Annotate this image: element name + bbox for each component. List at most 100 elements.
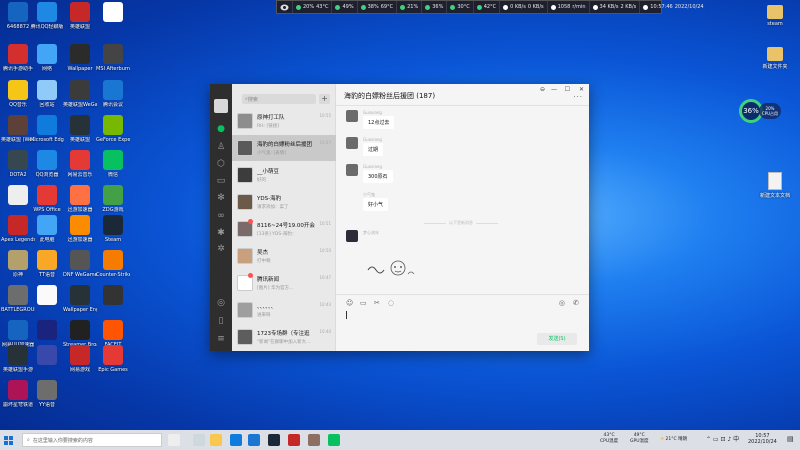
desktop-icon[interactable]: Streamer Broadcaster xyxy=(63,320,97,348)
desktop-icon[interactable]: 此电脑 xyxy=(30,215,64,243)
taskbar-clock[interactable]: 10:57 2022/10/24 xyxy=(748,433,777,445)
desktop-icon[interactable]: Epic Games xyxy=(96,345,130,373)
chat-list-item[interactable]: 8116~24号19.00开会 [13条] YDS-海豹： 10:51 xyxy=(232,216,336,242)
desktop-icon[interactable]: Counter-Strike xyxy=(96,250,130,278)
channels-icon[interactable]: ∞ xyxy=(216,211,226,221)
cpu-gauge-widget[interactable]: 36% 20% CPU占用 xyxy=(739,97,781,127)
desktop-icon[interactable] xyxy=(30,285,64,307)
desktop-icon[interactable]: 腾讯QQ轻聊版 xyxy=(30,2,64,30)
desktop-icon[interactable]: steam xyxy=(755,3,795,27)
moments-icon[interactable]: ✻ xyxy=(216,193,226,203)
desktop-icon[interactable]: DNF WeGame xyxy=(63,250,97,278)
emoji-icon[interactable]: ☺ xyxy=(346,299,353,307)
taskbar-search-input[interactable]: ⌕ 在这里输入你要搜索的内容 xyxy=(22,433,162,447)
chat-list-item[interactable]: 吴杰 打中啊 10:50 xyxy=(232,243,336,269)
monitor-logo[interactable] xyxy=(277,1,293,13)
desktop-icon[interactable]: ZDG游戏 xyxy=(96,185,130,213)
notification-icon[interactable]: ▤ xyxy=(787,436,794,443)
pin-button[interactable]: ⊖ xyxy=(540,86,545,93)
live-icon[interactable]: ◎ xyxy=(559,299,565,307)
desktop-icon[interactable]: 迅游加速器 xyxy=(63,215,97,243)
chat-list-item[interactable]: 腾讯新闻 [图片] 华为官方... 10:47 xyxy=(232,270,336,296)
desktop-icon[interactable]: FACEIT xyxy=(96,320,130,348)
desktop-icon[interactable]: 新建文件夹 xyxy=(755,45,795,70)
desktop-icon[interactable]: 迅游加速器 xyxy=(63,185,97,213)
favorites-icon[interactable]: ⬡ xyxy=(216,159,226,169)
mini-program-panel-icon[interactable]: ◎ xyxy=(216,298,226,308)
taskbar-app-store[interactable] xyxy=(248,434,260,446)
sender-avatar[interactable] xyxy=(346,230,358,242)
new-chat-button[interactable]: + xyxy=(319,94,330,104)
gpu-temp-indicator[interactable]: 49°C GPU温度 xyxy=(630,433,649,445)
file-icon[interactable]: ▭ xyxy=(360,299,367,307)
close-button[interactable]: ✕ xyxy=(579,86,584,93)
desktop-icon[interactable]: Wallpaper xyxy=(63,44,97,72)
message-bubble[interactable]: 好小气 xyxy=(363,198,389,211)
chat-list-item[interactable]: 海豹的白嫖粉丝后援团 小气鬼: [表情] 10:57 xyxy=(232,135,336,161)
desktop-icon[interactable]: 回收站 xyxy=(30,80,64,108)
cpu-temp-indicator[interactable]: 43°C CPU温度 xyxy=(600,433,618,445)
taskbar-app-lol[interactable] xyxy=(308,434,320,446)
desktop-icon[interactable] xyxy=(96,285,130,307)
contacts-icon[interactable]: ♙ xyxy=(216,142,226,152)
desktop-icon[interactable]: 英雄联盟 xyxy=(63,115,97,143)
desktop-icon[interactable]: GeForce Experience xyxy=(96,115,130,143)
desktop-icon[interactable]: WPS Office xyxy=(30,185,64,213)
chat-history-icon[interactable]: ◌ xyxy=(388,299,394,307)
sender-avatar[interactable] xyxy=(346,164,358,176)
my-avatar[interactable] xyxy=(214,99,228,113)
mini-program-icon[interactable]: ✲ xyxy=(216,244,226,254)
minimize-button[interactable]: — xyxy=(551,86,557,93)
desktop-icon[interactable] xyxy=(96,2,130,24)
taskbar-app-edge[interactable] xyxy=(230,434,242,446)
menu-icon[interactable]: ≡ xyxy=(216,334,226,344)
send-button[interactable]: 发送(S) xyxy=(537,333,577,345)
desktop-icon[interactable]: 网易云音乐 xyxy=(63,150,97,178)
message-bubble[interactable]: 300原石 xyxy=(363,170,393,183)
taskbar-app-wechat[interactable] xyxy=(328,434,340,446)
desktop-icon[interactable]: 腾讯会议 xyxy=(96,80,130,108)
chat-list-item[interactable]: __小萌豆 好的 xyxy=(232,162,336,188)
search-discover-icon[interactable]: ✱ xyxy=(216,228,226,238)
chat-list-item[interactable]: 原神打工队 RH: [链接] 10:55 xyxy=(232,108,336,134)
sticker-image[interactable] xyxy=(364,256,418,282)
taskbar-app-explorer[interactable] xyxy=(210,434,222,446)
search-input[interactable]: ⌕ 搜索 xyxy=(242,94,316,104)
desktop-icon[interactable]: 英雄联盟WeGame版 xyxy=(63,80,97,108)
weather-widget[interactable]: ☀ 21°C 晴朗 xyxy=(660,437,687,443)
screenshot-icon[interactable]: ✂ xyxy=(374,299,380,307)
desktop-icon[interactable]: 新建文本文档 xyxy=(755,172,795,199)
chat-icon[interactable]: ● xyxy=(216,124,226,134)
desktop-icon[interactable]: 微信 xyxy=(96,150,130,178)
desktop-icon[interactable]: 网络 xyxy=(30,44,64,72)
message-bubble[interactable]: 过期 xyxy=(363,143,384,156)
chat-list-item[interactable]: YDS-海豹 请求添加：菜了 xyxy=(232,189,336,215)
message-input-area[interactable]: ☺ ▭ ✂ ◌ ◎ ✆ 发送(S) xyxy=(336,294,589,351)
taskbar-app-task-view[interactable] xyxy=(193,434,205,446)
desktop-icon[interactable]: 英雄联盟 xyxy=(63,2,97,30)
files-icon[interactable]: ▭ xyxy=(216,176,226,186)
desktop-icon[interactable]: QQ浏览器 xyxy=(30,150,64,178)
maximize-button[interactable]: ☐ xyxy=(565,86,570,93)
voice-call-icon[interactable]: ✆ xyxy=(573,299,579,307)
desktop-icon[interactable]: Microsoft Edge xyxy=(30,115,64,143)
desktop-icon[interactable]: Wallpaper Engine xyxy=(63,285,97,313)
sender-avatar[interactable] xyxy=(346,110,358,122)
sender-avatar[interactable] xyxy=(346,192,358,204)
sender-avatar[interactable] xyxy=(346,137,358,149)
desktop-icon[interactable] xyxy=(30,345,64,367)
desktop-icon[interactable]: MSI Afterburner xyxy=(96,44,130,72)
chat-list-item[interactable]: 、、、、、、 进来呀 10:43 xyxy=(232,297,336,323)
phone-icon[interactable]: ▯ xyxy=(216,316,226,326)
message-bubble[interactable]: 12点过去 xyxy=(363,116,395,129)
tray-icons[interactable]: ⌃ ▭ ⊡ ♪ 中 xyxy=(706,437,739,443)
desktop-icon[interactable] xyxy=(30,320,64,342)
desktop-icon[interactable]: TT语音 xyxy=(30,250,64,278)
start-button[interactable] xyxy=(0,430,16,450)
taskbar-app-wegame[interactable] xyxy=(288,434,300,446)
taskbar-app-steam[interactable] xyxy=(268,434,280,446)
taskbar-app-search-app[interactable] xyxy=(168,434,180,446)
chat-more-button[interactable]: ··· xyxy=(573,93,583,101)
desktop-icon[interactable]: 网易游戏 xyxy=(63,345,97,373)
desktop-icon[interactable]: Steam xyxy=(96,215,130,243)
